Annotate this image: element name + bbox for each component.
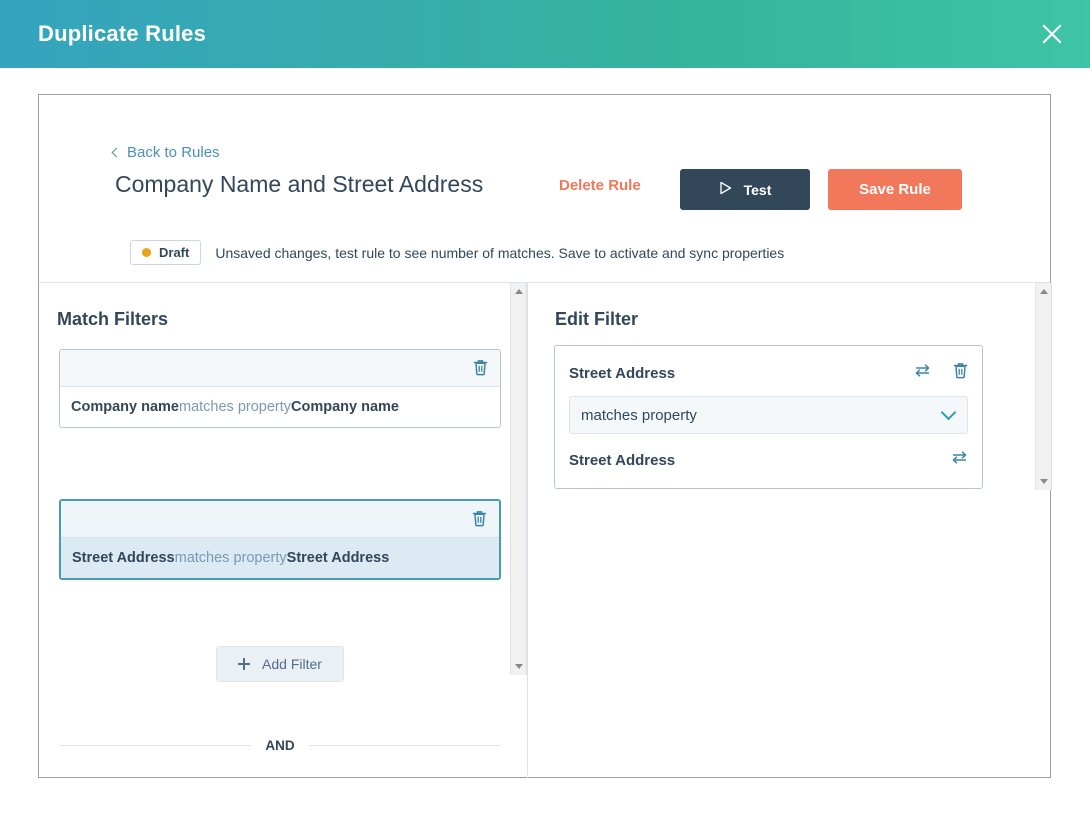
- status-row: Draft Unsaved changes, test rule to see …: [130, 240, 784, 265]
- match-filters-pane: Match Filters Company name matches prope: [39, 283, 528, 778]
- scroll-down-arrow-icon[interactable]: [515, 664, 523, 669]
- and-divider: AND: [59, 738, 501, 753]
- save-rule-label: Save Rule: [859, 181, 931, 198]
- modal-header: Duplicate Rules: [0, 0, 1090, 68]
- add-filter-label: Add Filter: [262, 656, 322, 672]
- filter-operator: matches property: [179, 399, 291, 415]
- match-filters-title: Match Filters: [57, 309, 168, 330]
- edit-filter-row-actions: [914, 362, 968, 384]
- swap-arrows-icon[interactable]: [951, 450, 968, 470]
- filter-target: Company name: [291, 399, 399, 415]
- status-message: Unsaved changes, test rule to see number…: [215, 245, 784, 261]
- status-dot-icon: [142, 248, 151, 257]
- trash-icon[interactable]: [472, 510, 487, 532]
- operator-select-value: matches property: [581, 407, 697, 424]
- play-icon: [719, 181, 732, 198]
- test-button[interactable]: Test: [680, 169, 810, 210]
- trash-icon[interactable]: [473, 359, 488, 381]
- filter-card-header: [60, 350, 500, 387]
- edit-filter-target-row: Street Address: [569, 450, 968, 470]
- rule-header: Back to Rules Company Name and Street Ad…: [39, 95, 1050, 283]
- edit-filter-property-label: Street Address: [569, 365, 675, 382]
- edit-filter-pane: Edit Filter Street Address: [529, 283, 1052, 778]
- edit-filter-target-label: Street Address: [569, 452, 675, 469]
- filter-card-selected[interactable]: Street Address matches property Street A…: [59, 499, 501, 580]
- close-icon[interactable]: [1034, 16, 1070, 52]
- scrollbar-track: [526, 283, 527, 675]
- rule-name: Company Name and Street Address: [115, 171, 483, 198]
- status-badge-label: Draft: [159, 245, 189, 260]
- chevron-left-icon: [112, 147, 122, 157]
- filter-property: Street Address: [72, 550, 175, 566]
- filter-card-body: Company name matches property Company na…: [60, 387, 500, 427]
- back-to-rules-link[interactable]: Back to Rules: [113, 144, 220, 161]
- edit-filter-title: Edit Filter: [555, 309, 638, 330]
- chevron-down-icon: [941, 405, 957, 421]
- filter-card[interactable]: Company name matches property Company na…: [59, 349, 501, 428]
- filter-operator: matches property: [175, 550, 287, 566]
- scroll-up-arrow-icon[interactable]: [515, 289, 523, 294]
- filter-card-header: [61, 501, 499, 538]
- plus-icon: [238, 658, 250, 670]
- editor-panes: Match Filters Company name matches prope: [39, 283, 1050, 778]
- save-rule-button[interactable]: Save Rule: [828, 169, 962, 210]
- right-pane-scrollbar[interactable]: [1035, 283, 1052, 490]
- divider-line-right: [309, 745, 501, 746]
- delete-rule-button[interactable]: Delete Rule: [559, 177, 641, 194]
- scrollbar-track: [1051, 283, 1052, 490]
- and-label: AND: [265, 738, 294, 753]
- filter-property: Company name: [71, 399, 179, 415]
- operator-select[interactable]: matches property: [569, 396, 968, 434]
- filter-target: Street Address: [287, 550, 390, 566]
- rule-editor-card: Back to Rules Company Name and Street Ad…: [38, 94, 1051, 778]
- add-filter-button[interactable]: Add Filter: [216, 646, 344, 682]
- back-to-rules-label: Back to Rules: [127, 144, 220, 161]
- page-title: Duplicate Rules: [38, 21, 206, 47]
- filter-card-body: Street Address matches property Street A…: [61, 538, 499, 578]
- left-pane-scrollbar[interactable]: [510, 283, 527, 675]
- swap-arrows-icon[interactable]: [914, 363, 931, 383]
- edit-filter-card: Street Address: [554, 345, 983, 489]
- scroll-down-arrow-icon[interactable]: [1040, 479, 1048, 484]
- trash-icon[interactable]: [953, 362, 968, 384]
- edit-filter-property-row: Street Address: [569, 362, 968, 384]
- divider-line-left: [59, 745, 251, 746]
- scroll-up-arrow-icon[interactable]: [1040, 289, 1048, 294]
- status-badge: Draft: [130, 240, 201, 265]
- test-button-label: Test: [744, 182, 772, 198]
